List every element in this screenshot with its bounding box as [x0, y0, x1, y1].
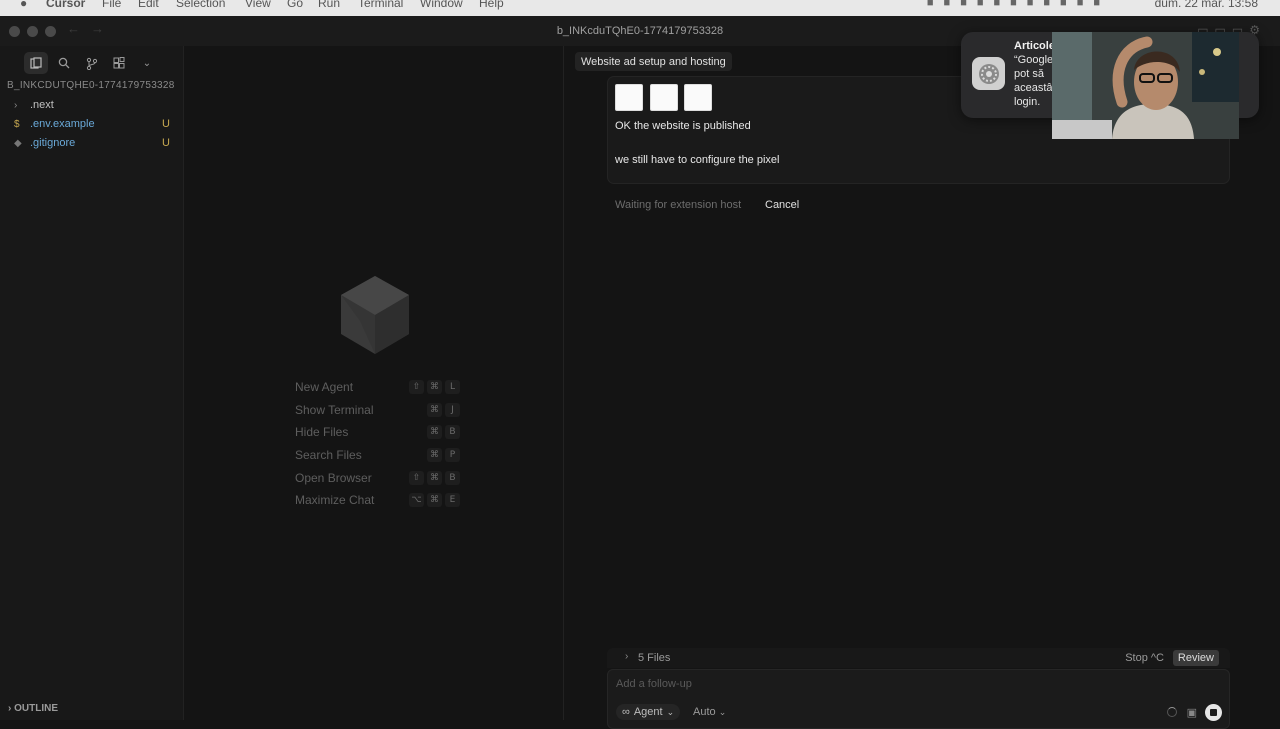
- notification-body-line: aceastâ: [1014, 82, 1053, 94]
- shortcut-maximize-chat[interactable]: Maximize Chat ⌥ ⌘ E: [295, 491, 460, 509]
- cmd-key: ⌘: [427, 448, 442, 462]
- shortcut-search-files[interactable]: Search Files ⌘ P: [295, 446, 460, 464]
- menu-window[interactable]: Window: [420, 0, 463, 10]
- letter-key: B: [445, 425, 460, 439]
- status-icons[interactable]: ■■■■■■■■■■■: [927, 0, 1110, 9]
- file-name: .env.example: [30, 118, 95, 130]
- follow-up-composer[interactable]: Add a follow-up ∞ Agent ⌄ Auto ⌄ ▣: [607, 669, 1230, 729]
- status-waiting-text: Waiting for extension host: [615, 199, 742, 211]
- menu-help[interactable]: Help: [479, 0, 504, 10]
- cmd-key: ⌘: [427, 425, 442, 439]
- notification-body-line: pot să: [1014, 68, 1044, 80]
- file-explorer-sidebar: ⌄ B_INKCDUTQHE0-1774179753328 › .next $ …: [0, 46, 184, 720]
- shortcut-label: Show Terminal: [295, 403, 374, 417]
- shortcut-label: New Agent: [295, 380, 354, 394]
- agent-mode-dropdown[interactable]: ∞ Agent ⌄: [616, 704, 681, 720]
- chevron-right-icon: ›: [14, 99, 18, 111]
- apple-icon[interactable]: ●: [20, 0, 27, 10]
- chevron-down-icon: ⌄: [718, 707, 727, 717]
- letter-key: E: [445, 493, 460, 507]
- folder-row-next[interactable]: › .next: [14, 96, 176, 114]
- cmd-key: ⌘: [427, 403, 442, 417]
- image-attachment-thumbnail[interactable]: [615, 84, 643, 111]
- notification-body: “Google pot să aceastâ login.: [1014, 53, 1054, 109]
- model-label: Auto: [693, 706, 716, 718]
- letter-key: L: [445, 380, 460, 394]
- project-name[interactable]: B_INKCDUTQHE0-1774179753328: [7, 80, 175, 91]
- image-attachment-thumbnail[interactable]: [650, 84, 678, 111]
- explorer-icon[interactable]: [24, 52, 48, 74]
- menu-edit[interactable]: Edit: [138, 0, 159, 10]
- system-settings-gear-icon: [972, 57, 1005, 90]
- webcam-overlay: [1052, 32, 1239, 139]
- letter-key: J: [445, 403, 460, 417]
- agent-chat-panel: Website ad setup and hosting OK the webs…: [565, 46, 1280, 729]
- stop-icon: [1210, 709, 1217, 716]
- menu-selection[interactable]: Selection: [176, 0, 225, 10]
- outline-label: OUTLINE: [14, 703, 58, 714]
- shift-key: ⇧: [409, 471, 424, 485]
- git-status-badge: U: [162, 118, 170, 130]
- diamond-icon: ◆: [14, 137, 22, 149]
- chevron-right-icon[interactable]: ›: [625, 651, 628, 662]
- shortcut-label: Maximize Chat: [295, 493, 375, 507]
- shortcut-new-agent[interactable]: New Agent ⇧ ⌘ L: [295, 378, 460, 396]
- letter-key: P: [445, 448, 460, 462]
- image-attachment-thumbnail[interactable]: [684, 84, 712, 111]
- shortcut-show-terminal[interactable]: Show Terminal ⌘ J: [295, 401, 460, 419]
- shortcut-hide-files[interactable]: Hide Files ⌘ B: [295, 423, 460, 441]
- cmd-key: ⌘: [427, 493, 442, 507]
- macos-menubar: ● Cursor File Edit Selection View Go Run…: [0, 0, 1280, 16]
- stop-generation-button[interactable]: [1205, 704, 1222, 721]
- agent-mode-label: Agent: [633, 706, 663, 718]
- dollar-icon: $: [14, 118, 20, 130]
- shift-key: ⇧: [409, 380, 424, 394]
- review-button[interactable]: Review: [1172, 650, 1219, 666]
- source-control-icon[interactable]: [80, 52, 104, 74]
- option-key: ⌥: [409, 493, 424, 507]
- cancel-button[interactable]: Cancel: [765, 199, 799, 211]
- message-text-line: we still have to configure the pixel: [615, 154, 780, 166]
- notification-title: Articole: [1014, 40, 1055, 52]
- shortcut-label: Hide Files: [295, 425, 349, 439]
- cmd-key: ⌘: [427, 471, 442, 485]
- image-attach-icon[interactable]: ▣: [1187, 706, 1197, 719]
- infinity-icon: ∞: [622, 706, 630, 718]
- files-count[interactable]: 5 Files: [638, 652, 670, 664]
- cursor-logo-icon: [340, 276, 410, 359]
- menu-run[interactable]: Run: [318, 0, 340, 10]
- editor-empty-state: New Agent ⇧ ⌘ L Show Terminal ⌘ J Hide File…: [185, 46, 564, 720]
- search-icon[interactable]: [52, 52, 76, 74]
- chat-title-tab[interactable]: Website ad setup and hosting: [575, 52, 732, 71]
- menubar-clock[interactable]: dum. 22 mar. 13:58: [1155, 0, 1258, 10]
- message-text-line: OK the website is published: [615, 120, 751, 132]
- notification-body-line: “Google: [1014, 54, 1054, 66]
- menu-app-name[interactable]: Cursor: [46, 0, 85, 10]
- outline-section-header[interactable]: › OUTLINE: [8, 703, 58, 714]
- file-row-env-example[interactable]: $ .env.example U: [14, 115, 176, 133]
- chevron-down-icon: ⌄: [666, 706, 675, 717]
- file-name: .next: [30, 99, 54, 111]
- shortcut-open-browser[interactable]: Open Browser ⇧ ⌘ B: [295, 469, 460, 487]
- menu-terminal[interactable]: Terminal: [358, 0, 403, 10]
- chevron-down-icon[interactable]: ⌄: [135, 52, 159, 74]
- menu-view[interactable]: View: [245, 0, 271, 10]
- shortcut-label: Open Browser: [295, 471, 372, 485]
- extensions-icon[interactable]: [107, 52, 131, 74]
- git-status-badge: U: [162, 137, 170, 149]
- letter-key: B: [445, 471, 460, 485]
- file-row-gitignore[interactable]: ◆ .gitignore U: [14, 134, 176, 152]
- model-dropdown[interactable]: Auto ⌄: [693, 706, 726, 718]
- loading-spinner-icon: [1167, 707, 1177, 717]
- file-name: .gitignore: [30, 137, 76, 149]
- menu-go[interactable]: Go: [287, 0, 303, 10]
- changed-files-bar[interactable]: › 5 Files Stop ^C Review: [607, 648, 1230, 668]
- notification-body-line: login.: [1014, 96, 1041, 108]
- stop-button[interactable]: Stop ^C: [1125, 652, 1164, 664]
- shortcut-label: Search Files: [295, 448, 362, 462]
- cmd-key: ⌘: [427, 380, 442, 394]
- follow-up-input[interactable]: Add a follow-up: [616, 678, 692, 690]
- webcam-person-picture: [1052, 32, 1239, 139]
- menu-file[interactable]: File: [102, 0, 121, 10]
